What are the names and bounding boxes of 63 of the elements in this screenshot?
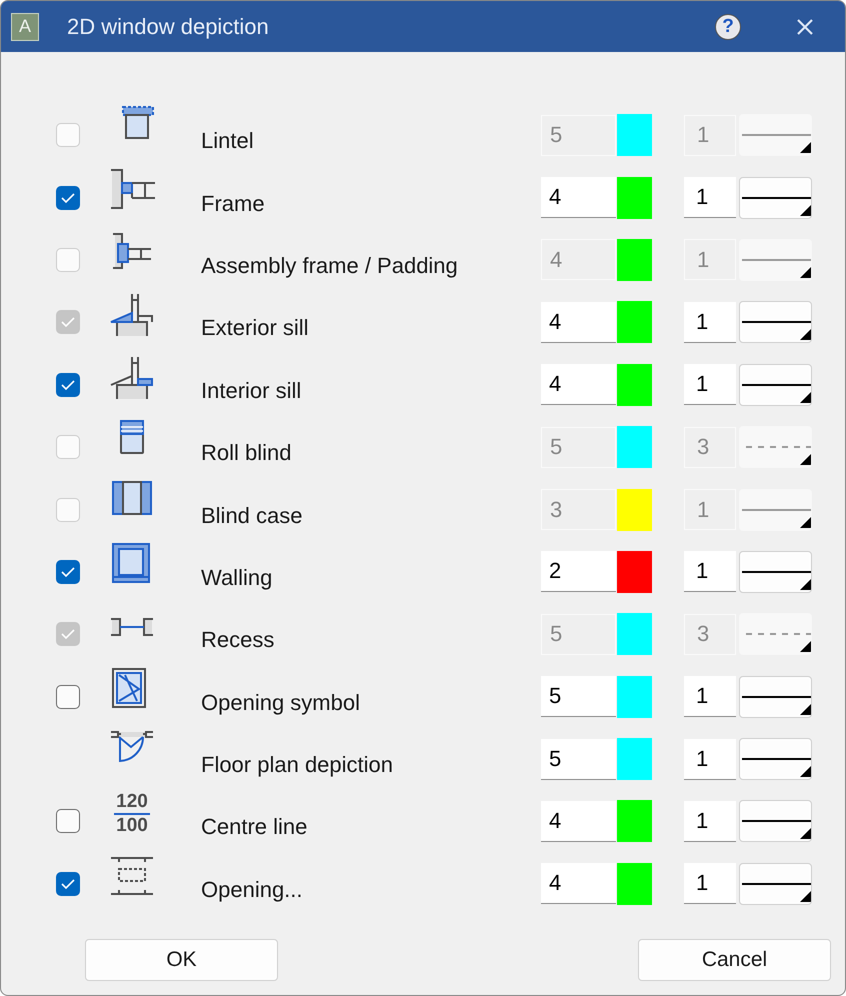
check-icon — [60, 192, 76, 204]
check-icon — [60, 378, 76, 391]
color-swatch[interactable] — [617, 800, 652, 842]
pen-field[interactable]: 4 — [541, 302, 616, 343]
check-icon — [60, 878, 76, 890]
dialog-button[interactable]: Cancel — [638, 939, 831, 982]
line-weight-field[interactable]: 1 — [684, 676, 736, 718]
line-style-dropdown[interactable] — [739, 301, 812, 344]
row-label: Opening... — [201, 876, 304, 903]
row-label: Blind case — [201, 502, 304, 529]
dialog-button[interactable]: OK — [85, 939, 278, 982]
color-swatch[interactable] — [617, 364, 652, 406]
color-swatch[interactable] — [617, 550, 652, 593]
close-icon[interactable] — [796, 18, 814, 36]
pen-field[interactable]: 4 — [541, 364, 616, 406]
pen-field[interactable]: 4 — [541, 863, 616, 904]
row-label: Floor plan depiction — [201, 751, 394, 778]
color-swatch[interactable] — [617, 176, 652, 219]
row-label: Interior sill — [201, 376, 302, 404]
row-label: Centre line — [201, 813, 308, 840]
color-swatch[interactable] — [617, 738, 652, 780]
pen-field[interactable]: 5 — [541, 676, 616, 718]
color-swatch[interactable] — [617, 301, 652, 344]
help-button[interactable]: ? — [715, 14, 741, 40]
line-weight-field[interactable]: 1 — [684, 302, 736, 343]
color-swatch[interactable] — [617, 862, 652, 905]
line-style-dropdown[interactable] — [739, 800, 812, 842]
line-style-dropdown[interactable] — [739, 676, 812, 718]
check-icon — [60, 566, 76, 578]
checkbox[interactable] — [56, 186, 80, 210]
line-weight-field[interactable]: 1 — [684, 738, 736, 780]
row-label: Frame — [201, 190, 266, 217]
window-title: 2D window depiction — [67, 14, 270, 40]
row-label: Lintel — [201, 127, 255, 154]
checkbox[interactable] — [56, 560, 80, 584]
line-style-dropdown[interactable] — [739, 738, 812, 780]
line-style-dropdown[interactable] — [739, 176, 812, 219]
row-label: Opening symbol — [201, 688, 361, 716]
checkbox[interactable] — [56, 872, 80, 896]
row-label: Assembly frame / Padding — [201, 252, 459, 279]
row-label: Recess — [201, 626, 276, 654]
pen-field[interactable]: 4 — [541, 800, 616, 842]
check-icon — [60, 316, 76, 328]
line-style-dropdown[interactable] — [739, 550, 812, 593]
app-icon: A — [11, 12, 39, 40]
line-style-dropdown[interactable] — [739, 364, 812, 406]
line-weight-field[interactable]: 1 — [684, 364, 736, 406]
color-swatch[interactable] — [617, 676, 652, 718]
row-label: Walling — [201, 564, 274, 591]
pen-field[interactable]: 2 — [541, 551, 616, 592]
checkbox[interactable] — [56, 372, 80, 397]
line-style-dropdown[interactable] — [739, 862, 812, 905]
check-icon — [60, 628, 76, 640]
row-label: Roll blind — [201, 439, 292, 466]
pen-field[interactable]: 4 — [541, 177, 616, 218]
line-weight-field[interactable]: 1 — [684, 800, 736, 842]
checkbox[interactable] — [56, 684, 80, 709]
line-weight-field[interactable]: 1 — [684, 177, 736, 218]
pen-field[interactable]: 5 — [541, 738, 616, 780]
line-weight-field[interactable]: 1 — [684, 551, 736, 592]
checkbox[interactable] — [56, 809, 80, 834]
row-label: Exterior sill — [201, 314, 310, 342]
line-weight-field[interactable]: 1 — [684, 863, 736, 904]
